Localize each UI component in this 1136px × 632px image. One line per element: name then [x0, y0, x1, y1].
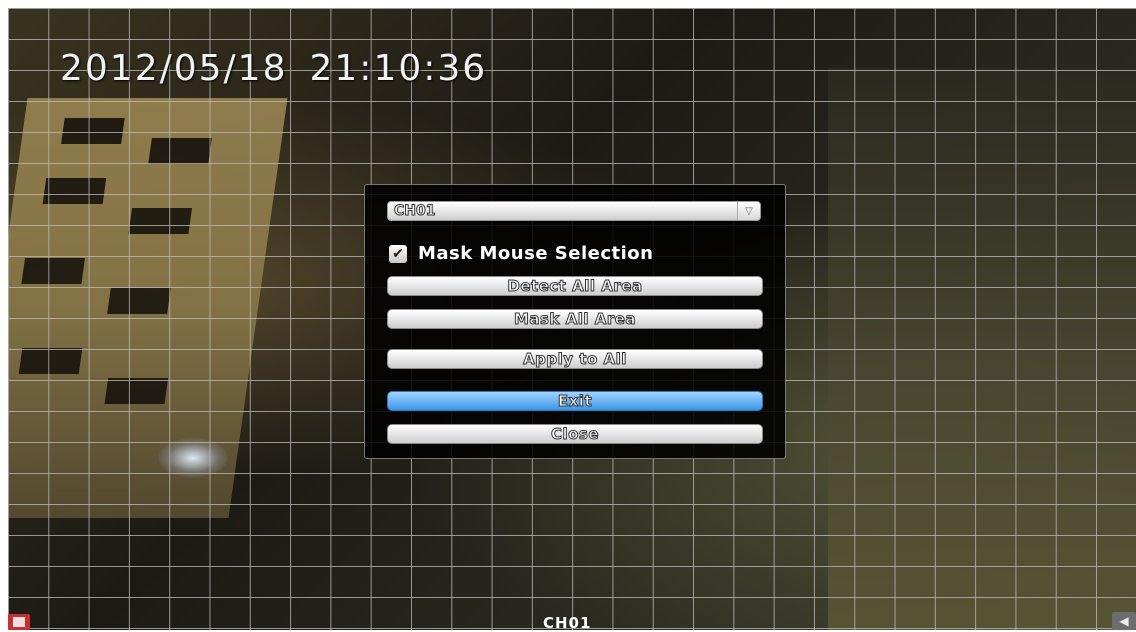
- background-building-right: [828, 68, 1136, 630]
- close-button[interactable]: Close: [387, 424, 763, 444]
- background-light: [158, 438, 228, 478]
- mask-mouse-selection-row[interactable]: ✔ Mask Mouse Selection: [389, 243, 653, 264]
- time-text: 21:10:36: [309, 48, 488, 89]
- mask-mouse-selection-checkbox[interactable]: ✔: [389, 244, 407, 263]
- background-building-left: [8, 98, 288, 518]
- channel-select[interactable]: CH01 ▽: [387, 201, 761, 221]
- motion-mask-dialog: CH01 ▽ ✔ Mask Mouse Selection Detect All…: [364, 184, 786, 459]
- apply-to-all-button[interactable]: Apply to All: [387, 349, 763, 369]
- speaker-icon[interactable]: ◀: [1112, 612, 1136, 630]
- exit-button[interactable]: Exit: [387, 391, 763, 411]
- chevron-down-icon[interactable]: ▽: [737, 202, 760, 220]
- detect-all-area-button[interactable]: Detect All Area: [387, 276, 763, 296]
- mask-mouse-selection-label: Mask Mouse Selection: [418, 243, 654, 264]
- date-text: 2012/05/18: [60, 48, 288, 89]
- channel-select-value: CH01: [393, 203, 436, 220]
- channel-label: CH01: [543, 614, 592, 632]
- timestamp: 2012/05/18 21:10:36: [60, 48, 487, 89]
- film-icon[interactable]: [8, 614, 30, 630]
- mask-all-area-button[interactable]: Mask All Area: [387, 309, 763, 329]
